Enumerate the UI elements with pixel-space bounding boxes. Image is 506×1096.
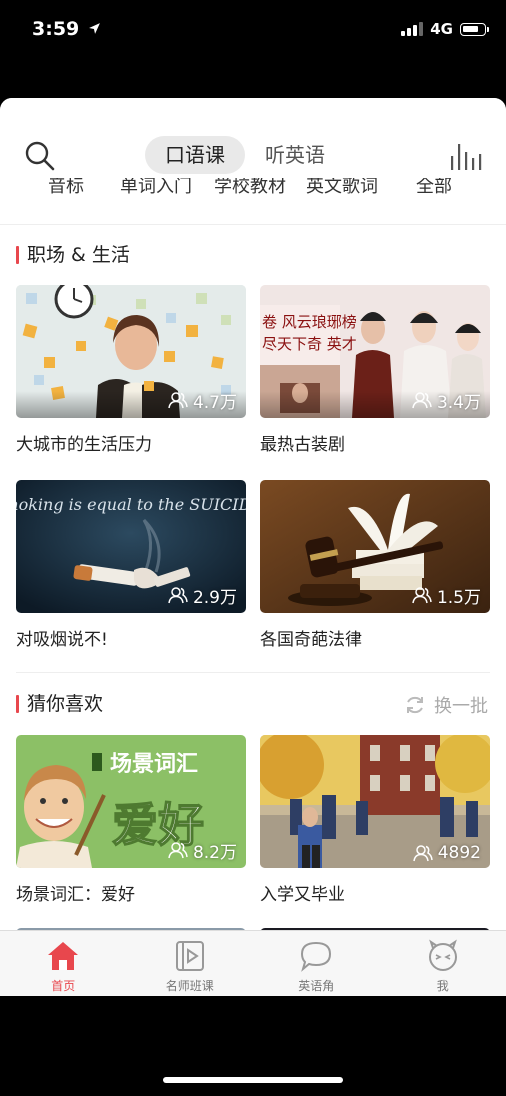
chart-bars-icon[interactable] [450,140,482,170]
category-row: 音标 单词入门 学校教材 英文歌词 全部 [0,178,506,225]
status-bar: 3:59 4G [0,0,506,64]
top-nav: 口语课 听英语 [0,98,506,188]
video-icon [175,941,204,971]
bottom-tab-bar: 首页 名师班课 英语角 我 [0,930,506,996]
status-time: 3:59 [32,18,101,40]
course-thumbnail: 4892 [260,735,490,868]
course-thumbnail: 1.5万 [260,480,490,613]
refresh-icon [407,696,423,714]
hobby-image-top-text: 场景词汇 [110,752,198,777]
mode-tabs: 口语课 听英语 [145,136,345,174]
tab-english-corner[interactable]: 英语角 [253,931,380,996]
users-icon [168,392,188,409]
course-card[interactable]: 1.5万 各国奇葩法律 [260,480,490,650]
course-thumbnail: 4.7万 [16,285,246,418]
tab-teacher-class[interactable]: 名师班课 [127,931,254,996]
chat-icon [301,941,332,972]
course-title: 场景词汇：爱好 [16,885,135,905]
tab-home[interactable]: 首页 [0,931,127,996]
course-title: 最热古装剧 [260,435,345,455]
main-sheet: 口语课 听英语 音标 单词入门 学校教材 英文歌词 全部 职场 & 生活 4.7… [0,98,506,996]
home-indicator[interactable] [163,1077,343,1083]
drama-title-line1: 卷 风云琅琊榜 [262,313,357,331]
users-icon [412,392,432,409]
view-count: 1.5万 [412,583,481,608]
course-title: 入学又毕业 [260,885,345,905]
view-count: 3.4万 [412,388,481,413]
course-title: 大城市的生活压力 [16,435,152,455]
view-count: 4892 [412,843,481,863]
section-title-work-life: 职场 & 生活 [16,243,130,267]
course-card[interactable]: 4892 入学又毕业 [260,735,490,905]
users-icon [412,844,433,861]
search-icon[interactable] [24,140,56,172]
home-icon [48,942,79,970]
section-title-recommend: 猜你喜欢 [16,692,103,716]
category-item[interactable]: 全部 [416,178,452,198]
tab-me[interactable]: 我 [380,931,506,996]
course-card[interactable]: Smoking is equal to the SUICIDE! 2.9万 对吸… [16,480,246,650]
category-item[interactable]: 音标 [48,178,84,198]
course-thumbnail: Smoking is equal to the SUICIDE! 2.9万 [16,480,246,613]
course-card[interactable]: 场景词汇 爱好 8.2万 场景词汇：爱好 [16,735,246,905]
category-item[interactable]: 英文歌词 [306,178,378,198]
category-item[interactable]: 学校教材 [214,178,286,198]
category-item[interactable]: 单词入门 [120,178,192,198]
users-icon [168,842,188,859]
smoking-image-text: Smoking is equal to the SUICIDE! [16,495,246,514]
location-arrow-icon [88,23,100,34]
course-thumbnail: 卷 风云琅琊榜 尽天下奇 英才 3.4万 [260,285,490,418]
section-divider [16,672,490,673]
view-count: 4.7万 [168,388,237,413]
course-card[interactable]: 4.7万 大城市的生活压力 [16,285,246,455]
course-card[interactable]: 卷 风云琅琊榜 尽天下奇 英才 3.4万 最热古装剧 [260,285,490,455]
view-count: 2.9万 [168,583,237,608]
course-title: 对吸烟说不! [16,630,108,650]
tab-speaking[interactable]: 口语课 [145,136,245,174]
battery-icon [460,22,489,36]
users-icon [412,587,432,604]
drama-title-line2: 尽天下奇 英才 [262,335,357,353]
tab-listening[interactable]: 听英语 [245,136,345,174]
course-title: 各国奇葩法律 [260,630,362,650]
refresh-button[interactable]: 换一批 [404,692,488,718]
view-count: 8.2万 [168,838,237,863]
signal-icon [401,22,424,36]
course-thumbnail: 场景词汇 爱好 8.2万 [16,735,246,868]
users-icon [168,587,188,604]
network-label: 4G [430,20,453,38]
face-icon [428,939,457,971]
